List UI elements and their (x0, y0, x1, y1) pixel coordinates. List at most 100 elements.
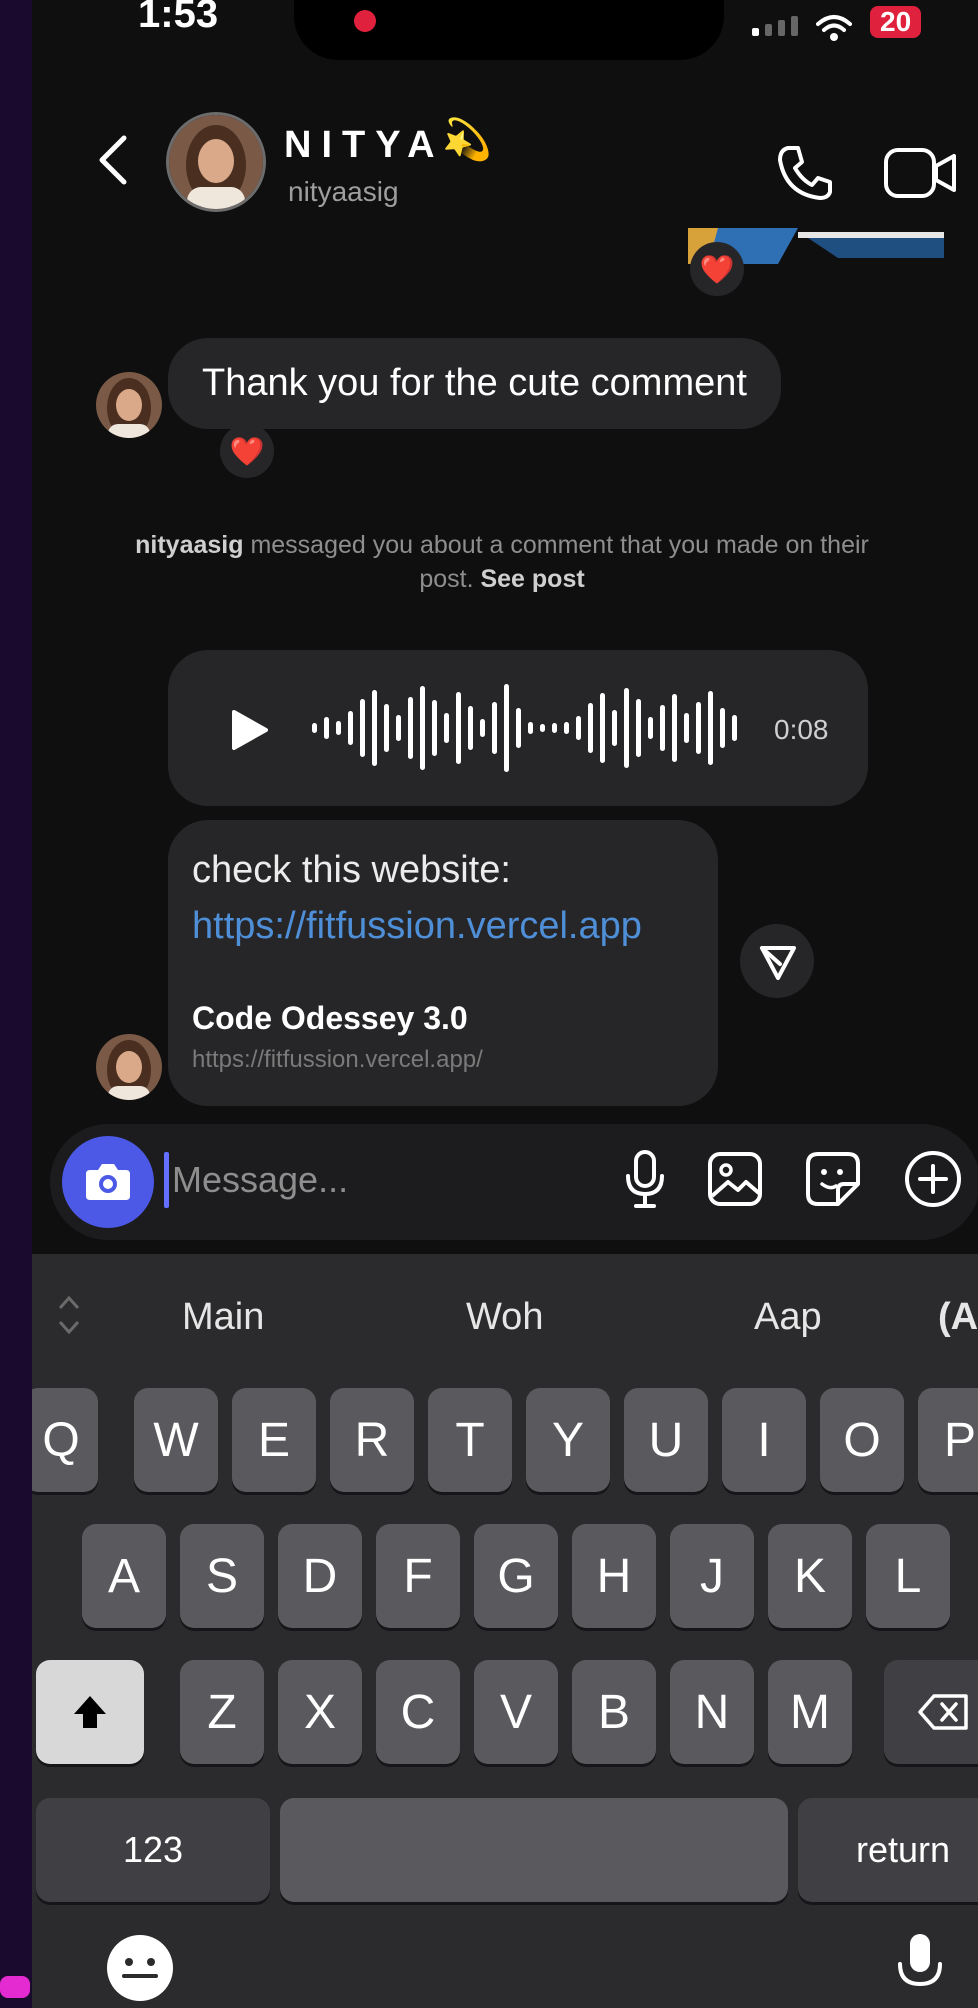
waveform-bar (612, 710, 617, 746)
reaction-badge[interactable]: ❤️ (220, 424, 274, 478)
waveform-bar (528, 722, 533, 734)
waveform-bar (468, 706, 473, 750)
key-a[interactable]: A (82, 1524, 166, 1628)
waveform-bar (684, 713, 689, 743)
waveform-bar (576, 716, 581, 740)
key-l[interactable]: L (866, 1524, 950, 1628)
key-b[interactable]: B (572, 1660, 656, 1764)
waveform-bar (624, 688, 629, 768)
waveform-bar (516, 708, 521, 748)
key-n[interactable]: N (670, 1660, 754, 1764)
plus-icon[interactable] (900, 1146, 966, 1212)
waveform-bar (348, 711, 353, 745)
waveform-bar (492, 702, 497, 754)
message-input[interactable] (172, 1152, 592, 1208)
suggestion-3[interactable]: Aap (754, 1296, 822, 1339)
waveform-bar (672, 694, 677, 762)
waveform-bar (336, 721, 341, 735)
waveform-bar (456, 692, 461, 764)
key-q[interactable]: Q (32, 1388, 98, 1492)
return-key[interactable]: return (798, 1798, 978, 1902)
notice-username[interactable]: nityaasig (135, 531, 243, 559)
key-e[interactable]: E (232, 1388, 316, 1492)
backspace-key[interactable] (884, 1660, 978, 1764)
camera-button[interactable] (62, 1136, 154, 1228)
key-k[interactable]: K (768, 1524, 852, 1628)
play-icon[interactable] (230, 708, 270, 752)
reaction-badge[interactable]: ❤️ (690, 242, 744, 296)
waveform-bar (480, 719, 485, 737)
waveform-bar (408, 697, 413, 759)
link-preview-url[interactable]: https://fitfussion.vercel.app/ (192, 1046, 483, 1074)
waveform-bar (372, 690, 377, 766)
waveform-bar (648, 717, 653, 739)
back-icon[interactable] (86, 130, 146, 190)
key-g[interactable]: G (474, 1524, 558, 1628)
voice-duration: 0:08 (774, 714, 829, 745)
key-s[interactable]: S (180, 1524, 264, 1628)
waveform-bar (396, 715, 401, 741)
numbers-key[interactable]: 123 (36, 1798, 270, 1902)
waveform-bar (504, 684, 509, 772)
waveform-bar (588, 703, 593, 753)
waveform-bar (696, 702, 701, 754)
message-bubble[interactable]: Thank you for the cute comment (168, 338, 781, 429)
mic-icon[interactable] (612, 1146, 678, 1212)
dictation-icon[interactable] (892, 1930, 948, 2006)
key-p[interactable]: P (918, 1388, 978, 1492)
avatar[interactable] (96, 372, 162, 438)
key-o[interactable]: O (820, 1388, 904, 1492)
key-w[interactable]: W (134, 1388, 218, 1492)
battery-indicator: 20 (870, 6, 922, 38)
phone-icon[interactable] (772, 140, 838, 206)
key-j[interactable]: J (670, 1524, 754, 1628)
see-post-link[interactable]: See post (480, 565, 584, 593)
key-i[interactable]: I (722, 1388, 806, 1492)
key-c[interactable]: C (376, 1660, 460, 1764)
key-y[interactable]: Y (526, 1388, 610, 1492)
decorative-tab (0, 1976, 30, 1998)
suggestion-2[interactable]: Woh (466, 1296, 543, 1339)
waveform-bar (444, 713, 449, 743)
contact-username[interactable]: nityaasig (288, 176, 399, 208)
sticker-icon[interactable] (800, 1146, 866, 1212)
gallery-icon[interactable] (702, 1146, 768, 1212)
suggestion-1[interactable]: Main (182, 1296, 264, 1339)
contact-name[interactable]: NITYA (284, 124, 445, 167)
waveform-bar (312, 723, 317, 733)
key-f[interactable]: F (376, 1524, 460, 1628)
waveform-bar (660, 705, 665, 751)
shift-key[interactable] (36, 1660, 144, 1764)
key-d[interactable]: D (278, 1524, 362, 1628)
key-h[interactable]: H (572, 1524, 656, 1628)
emoji-icon[interactable] (102, 1930, 178, 2006)
send-icon (760, 946, 796, 980)
avatar[interactable] (166, 112, 266, 212)
key-m[interactable]: M (768, 1660, 852, 1764)
waveform-bar (432, 700, 437, 756)
waveform-bar (636, 699, 641, 757)
avatar[interactable] (96, 1034, 162, 1100)
backspace-icon (918, 1694, 968, 1730)
share-button[interactable] (740, 924, 814, 998)
key-u[interactable]: U (624, 1388, 708, 1492)
waveform-bar (420, 686, 425, 770)
link-message-text: check this website: https://fitfussion.v… (192, 842, 642, 954)
video-camera-icon[interactable] (882, 140, 960, 206)
message-link[interactable]: https://fitfussion.vercel.app (192, 898, 642, 954)
key-x[interactable]: X (278, 1660, 362, 1764)
signal-icon (752, 16, 798, 36)
key-r[interactable]: R (330, 1388, 414, 1492)
waveform-bar (708, 691, 713, 765)
predictive-toggle-icon[interactable] (54, 1290, 84, 1340)
space-key[interactable] (280, 1798, 788, 1902)
key-t[interactable]: T (428, 1388, 512, 1492)
suggestion-4[interactable]: (A (938, 1296, 978, 1339)
keyboard: Main Woh Aap (A Q W E R T Y U I O P A S … (32, 1254, 978, 2008)
waveform-bar (540, 724, 545, 732)
link-preview-title[interactable]: Code Odessey 3.0 (192, 1000, 468, 1037)
camera-icon (86, 1164, 130, 1200)
waveform-bar (600, 693, 605, 763)
key-v[interactable]: V (474, 1660, 558, 1764)
key-z[interactable]: Z (180, 1660, 264, 1764)
